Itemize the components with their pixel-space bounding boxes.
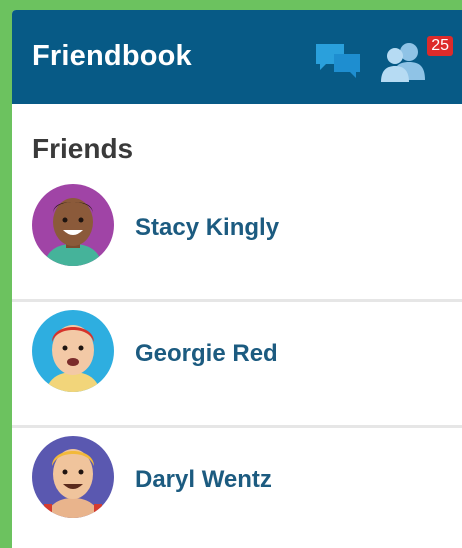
friend-name[interactable]: Stacy Kingly	[135, 214, 279, 242]
friend-requests-badge: 25	[427, 36, 453, 56]
avatar	[32, 310, 114, 392]
friends-icon[interactable]: 25	[379, 36, 453, 86]
app-title: Friendbook	[32, 40, 192, 72]
friend-row[interactable]: Daryl Wentz	[12, 428, 462, 548]
friend-row[interactable]: Stacy Kingly	[12, 176, 462, 302]
friend-row[interactable]: Georgie Red	[12, 302, 462, 428]
friendbook-app: Friendbook 25 Friends Stacy Kingly Georg…	[12, 10, 462, 548]
friend-name[interactable]: Georgie Red	[135, 340, 278, 368]
avatar	[32, 436, 114, 518]
app-header: Friendbook 25	[12, 10, 462, 104]
friend-name[interactable]: Daryl Wentz	[135, 466, 272, 494]
friends-list: Stacy Kingly Georgie Red Daryl Wentz	[12, 176, 462, 548]
avatar	[32, 184, 114, 266]
section-title: Friends	[32, 133, 134, 164]
chat-bubbles-icon[interactable]	[314, 42, 364, 82]
